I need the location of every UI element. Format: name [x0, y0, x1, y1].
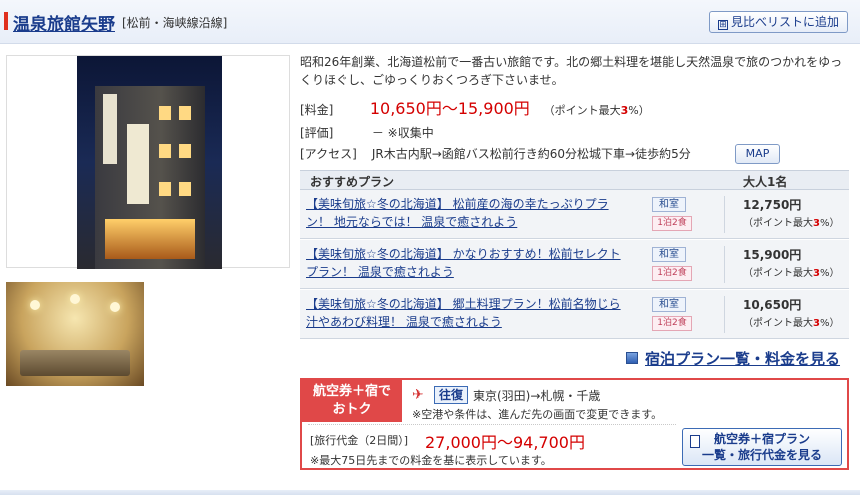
- header-accent-bar: [4, 12, 8, 30]
- access-label: [アクセス]: [300, 147, 357, 161]
- plan-row: 【美味旬旅☆冬の北海道】 松前産の海の幸たっぷりプラン！ 地元ならでは！ 温泉で…: [300, 190, 849, 239]
- price-value: 10,650円～15,900円: [369, 99, 530, 118]
- plan-row: 【美味旬旅☆冬の北海道】 郷土料理プラン！松前名物じら汁やあわび料理！ 温泉で癒…: [300, 290, 849, 339]
- plan-row: 【美味旬旅☆冬の北海道】 かなりおすすめ！松前セレクトプラン！ 温泉で癒されよう…: [300, 240, 849, 289]
- fare-note: ※最大75日先までの料金を基に表示しています。: [310, 454, 552, 467]
- compare-label: 見比べリストに追加: [730, 15, 839, 29]
- plan-price: 12,750円: [743, 198, 802, 212]
- plan-price: 15,900円: [743, 248, 802, 262]
- arrow-square-icon: [626, 352, 638, 364]
- hotel-description: 昭和26年創業、北海道松前で一番古い旅館です。北の郷土料理を堪能し天然温泉で旅の…: [300, 55, 843, 87]
- hotel-area: [松前・海峡線沿線]: [122, 16, 228, 30]
- airplane-icon: ✈: [412, 387, 424, 403]
- all-plans-link[interactable]: 宿泊プラン一覧・料金を見る: [626, 348, 840, 369]
- price-row: [料金] 10,650円～15,900円 （ポイント最大3%）: [300, 95, 650, 119]
- price-column-header: 大人1名: [743, 175, 788, 189]
- plan-point: （ポイント最大3%）: [743, 218, 840, 229]
- plan-column-header: おすすめプラン: [310, 175, 395, 189]
- room-type-badge: 和室: [652, 197, 686, 212]
- plan-price: 10,650円: [743, 298, 802, 312]
- hotel-header: 温泉旅館矢野 [松前・海峡線沿線] ⊞ 見比べリストに追加: [0, 0, 860, 44]
- flight-route: 東京(羽田)→札幌・千歳: [473, 389, 601, 403]
- plan-point: （ポイント最大3%）: [743, 318, 840, 329]
- map-button[interactable]: MAP: [735, 144, 780, 164]
- plan-title-link[interactable]: 【美味旬旅☆冬の北海道】 かなりおすすめ！松前セレクトプラン！ 温泉で癒されよう: [306, 245, 626, 281]
- room-type-badge: 和室: [652, 247, 686, 262]
- plan-table-header: おすすめプラン 大人1名: [300, 170, 849, 190]
- route-note: ※空港や条件は、進んだ先の画面で変更できます。: [412, 408, 663, 421]
- document-icon: [690, 435, 700, 448]
- meal-badge: 1泊2食: [652, 316, 692, 331]
- plan-title-link[interactable]: 【美味旬旅☆冬の北海道】 郷土料理プラン！松前名物じら汁やあわび料理！ 温泉で癒…: [306, 295, 626, 331]
- fare-label: [旅行代金（2日間）]: [310, 434, 409, 447]
- hotel-bath-photo[interactable]: [6, 282, 144, 386]
- plus-icon: ⊞: [717, 20, 728, 30]
- plan-title-link[interactable]: 【美味旬旅☆冬の北海道】 松前産の海の幸たっぷりプラン！ 地元ならでは！ 温泉で…: [306, 195, 626, 231]
- meal-badge: 1泊2食: [652, 216, 692, 231]
- price-point: （ポイント最大3%）: [543, 104, 650, 117]
- access-value: JR木古内駅→函館バス松前行き約60分松城下車→徒歩約5分: [371, 147, 691, 161]
- plan-point: （ポイント最大3%）: [743, 268, 840, 279]
- air-hotel-box: 航空券＋宿で おトク ✈ 往復 東京(羽田)→札幌・千歳 ※空港や条件は、進んだ…: [300, 378, 849, 470]
- fare-value: 27,000円～94,700円: [425, 433, 585, 452]
- room-type-badge: 和室: [652, 297, 686, 312]
- rating-label: [評価]: [300, 126, 334, 140]
- hotel-name-link[interactable]: 温泉旅館矢野: [13, 10, 115, 35]
- access-row: [アクセス] JR木古内駅→函館バス松前行き約60分松城下車→徒歩約5分: [300, 145, 691, 162]
- price-label: [料金]: [300, 103, 334, 117]
- meal-badge: 1泊2食: [652, 266, 692, 281]
- bottom-divider: [0, 490, 860, 495]
- rating-row: [評価] － ※収集中: [300, 124, 434, 141]
- round-trip-badge: 往復: [434, 386, 469, 404]
- air-hotel-plans-button[interactable]: 航空券＋宿プラン 一覧・旅行代金を見る: [682, 428, 842, 466]
- air-hotel-badge: 航空券＋宿で おトク: [302, 380, 402, 422]
- add-to-compare-button[interactable]: ⊞ 見比べリストに追加: [708, 11, 848, 33]
- rating-value: － ※収集中: [371, 126, 434, 140]
- hotel-main-photo[interactable]: [6, 55, 290, 269]
